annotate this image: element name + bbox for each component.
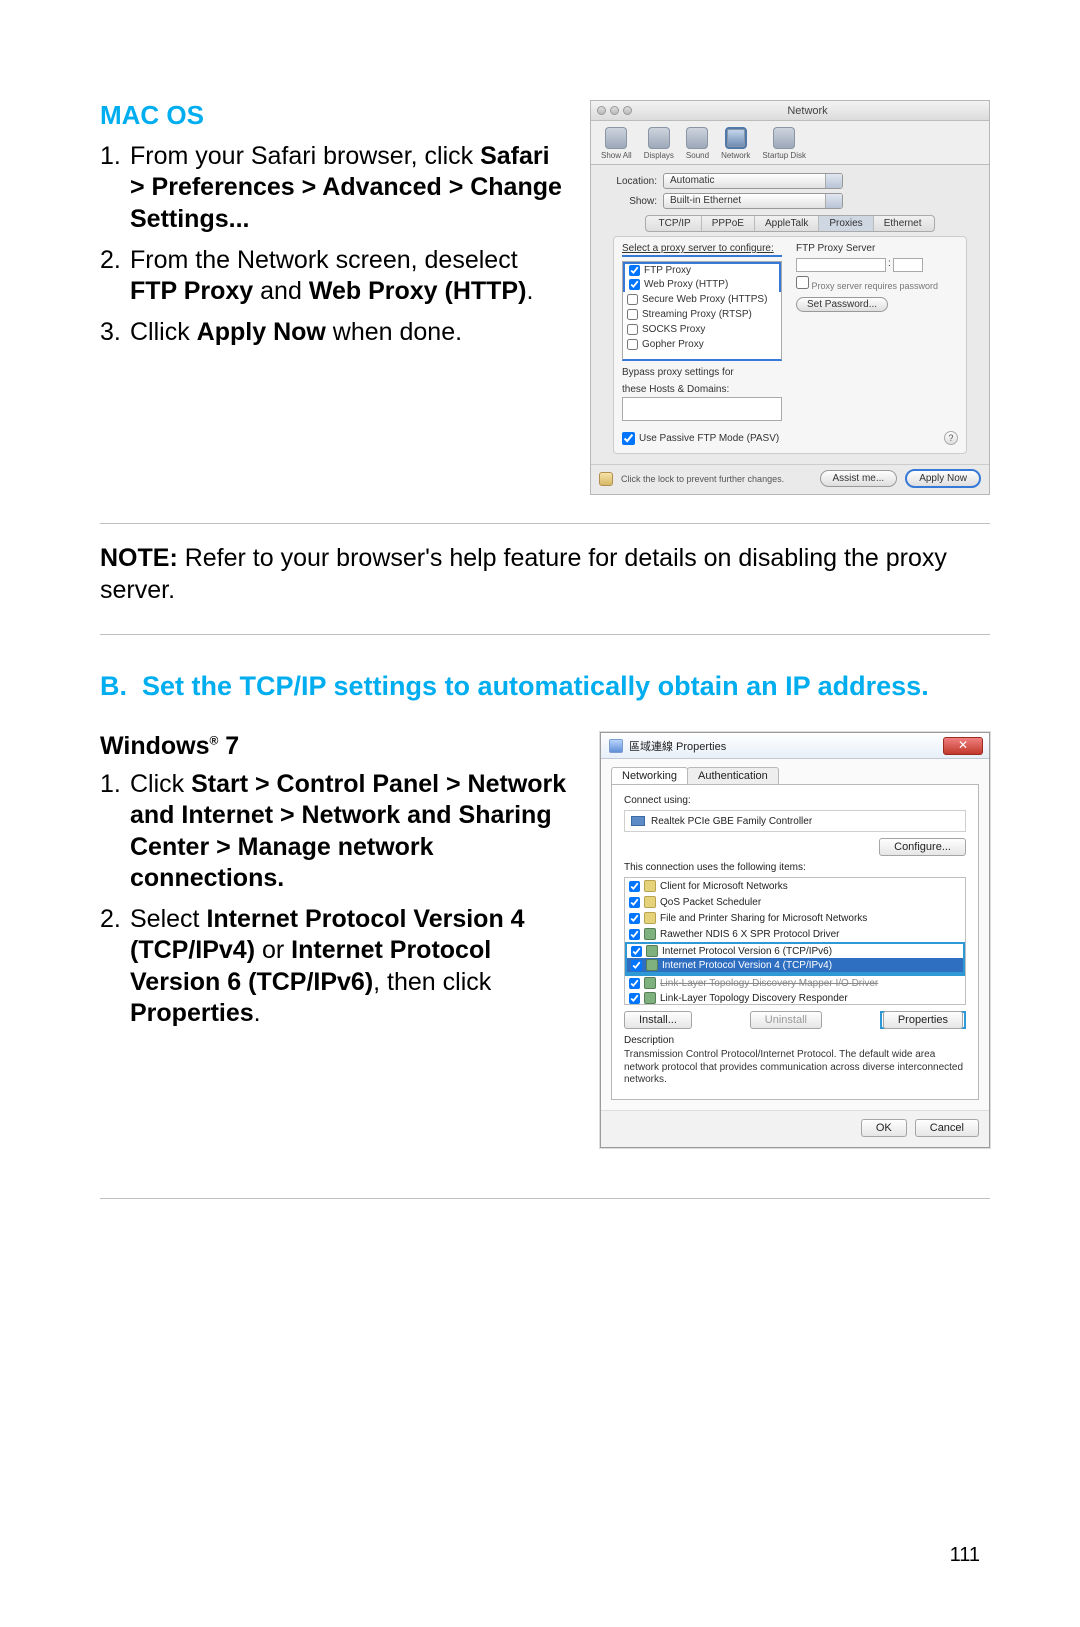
mac-step-3-a: Cllick: [130, 318, 197, 346]
pasv-check[interactable]: [622, 432, 635, 445]
window-icon: [609, 739, 623, 753]
proxy-server-label: FTP Proxy Server: [796, 243, 958, 254]
secure-web-proxy-check[interactable]: [627, 294, 638, 305]
tab-appletalk[interactable]: AppleTalk: [755, 216, 819, 231]
uninstall-button[interactable]: Uninstall: [750, 1011, 822, 1029]
proxy-pw-check[interactable]: [796, 276, 809, 289]
items-label: This connection uses the following items…: [624, 862, 966, 873]
gopher-proxy-check[interactable]: [627, 339, 638, 350]
adapter-icon: [631, 816, 645, 826]
set-password-button[interactable]: Set Password...: [796, 297, 888, 312]
cancel-button[interactable]: Cancel: [915, 1119, 979, 1137]
mac-tabs: TCP/IP PPPoE AppleTalk Proxies Ethernet: [645, 215, 935, 232]
win-title-text: 區域連線 Properties: [629, 738, 726, 754]
bypass-textarea[interactable]: [622, 397, 782, 421]
tab-tcpip[interactable]: TCP/IP: [648, 216, 701, 231]
tab-ethernet[interactable]: Ethernet: [874, 216, 932, 231]
mac-step-2: 2. From the Network screen, deselect FTP…: [100, 245, 564, 308]
mac-step-2-c: and: [253, 277, 309, 305]
toolbar-network[interactable]: Network: [721, 127, 750, 160]
mac-window-title: Network: [632, 105, 983, 117]
toolbar-sound[interactable]: Sound: [686, 127, 709, 160]
footer-divider: [100, 1198, 990, 1199]
connect-using-label: Connect using:: [624, 795, 966, 806]
win-step-1: 1. Click Start > Control Panel > Network…: [100, 769, 574, 894]
assist-me-button[interactable]: Assist me...: [820, 470, 898, 487]
tab-pppoe[interactable]: PPPoE: [702, 216, 755, 231]
mac-step-3-b: Apply Now: [197, 318, 326, 346]
description-label: Description: [624, 1035, 966, 1046]
toolbar-startup[interactable]: Startup Disk: [762, 127, 806, 160]
toolbar-showall[interactable]: Show All: [601, 127, 632, 160]
pasv-label: Use Passive FTP Mode (PASV): [639, 433, 779, 444]
proxy-select-label: Select a proxy server to configure:: [622, 243, 782, 257]
close-icon[interactable]: ✕: [943, 737, 983, 755]
page-number: 111: [950, 1544, 980, 1567]
mac-step-1-text: From your Safari browser, click: [130, 142, 480, 170]
divider: [100, 523, 990, 524]
windows7-heading: Windows® 7: [100, 732, 574, 761]
ok-button[interactable]: OK: [861, 1119, 907, 1137]
mac-step-3-c: when done.: [326, 318, 462, 346]
mac-window-titlebar: Network: [591, 101, 989, 121]
note-block: NOTE: Refer to your browser's help featu…: [100, 542, 990, 606]
properties-button[interactable]: Properties: [883, 1011, 963, 1029]
lock-text: Click the lock to prevent further change…: [621, 474, 784, 484]
items-list[interactable]: Client for Microsoft Networks QoS Packet…: [624, 877, 966, 1005]
configure-button[interactable]: Configure...: [879, 838, 966, 856]
windows-screenshot: 區域連線 Properties ✕ Networking Authenticat…: [600, 732, 990, 1148]
help-icon[interactable]: ?: [944, 431, 958, 445]
location-select[interactable]: Automatic: [663, 173, 843, 189]
bypass-label-1: Bypass proxy settings for: [622, 367, 782, 378]
macos-screenshot: Network Show All Displays Sound Network …: [590, 100, 990, 495]
ipv4-row[interactable]: Internet Protocol Version 4 (TCP/IPv4): [625, 958, 965, 974]
streaming-proxy-check[interactable]: [627, 309, 638, 320]
description-text: Transmission Control Protocol/Internet P…: [624, 1049, 966, 1087]
section-b-text: Set the TCP/IP settings to automatically…: [142, 671, 929, 702]
proxy-host-input[interactable]: [796, 258, 886, 272]
proxy-port-input[interactable]: [893, 258, 923, 272]
mac-step-2-e: .: [526, 277, 533, 305]
note-label: NOTE:: [100, 544, 178, 572]
win-step-2: 2. Select Internet Protocol Version 4 (T…: [100, 904, 574, 1029]
toolbar-displays[interactable]: Displays: [644, 127, 674, 160]
show-label: Show:: [607, 196, 657, 207]
web-proxy-check[interactable]: [629, 279, 640, 290]
mac-step-2-d: Web Proxy (HTTP): [309, 277, 527, 305]
socks-proxy-check[interactable]: [627, 324, 638, 335]
proxy-list[interactable]: FTP Proxy Web Proxy (HTTP) Secure Web Pr…: [622, 261, 782, 361]
note-text: Refer to your browser's help feature for…: [100, 544, 947, 604]
location-label: Location:: [607, 176, 657, 187]
apply-now-button[interactable]: Apply Now: [905, 469, 981, 488]
tab-authentication[interactable]: Authentication: [687, 767, 779, 784]
mac-step-2-a: From the Network screen, deselect: [130, 246, 518, 274]
show-select[interactable]: Built-in Ethernet: [663, 193, 843, 209]
macos-heading: MAC OS: [100, 100, 564, 131]
bypass-label-2: these Hosts & Domains:: [622, 384, 782, 395]
install-button[interactable]: Install...: [624, 1011, 692, 1029]
win-titlebar: 區域連線 Properties ✕: [601, 733, 989, 759]
mac-toolbar: Show All Displays Sound Network Startup …: [591, 121, 989, 165]
divider: [100, 634, 990, 635]
traffic-lights[interactable]: [597, 106, 632, 115]
lock-icon[interactable]: [599, 472, 613, 486]
mac-step-3: 3. Cllick Apply Now when done.: [100, 317, 564, 348]
section-b-label: B.: [100, 671, 142, 702]
ftp-proxy-check[interactable]: [629, 265, 640, 276]
mac-step-1: 1. From your Safari browser, click Safar…: [100, 141, 564, 235]
mac-step-2-b: FTP Proxy: [130, 277, 253, 305]
adapter-box: Realtek PCIe GBE Family Controller: [624, 810, 966, 832]
tab-proxies[interactable]: Proxies: [819, 216, 873, 231]
tab-networking[interactable]: Networking: [611, 767, 688, 784]
section-b-heading: B. Set the TCP/IP settings to automatica…: [100, 671, 990, 702]
